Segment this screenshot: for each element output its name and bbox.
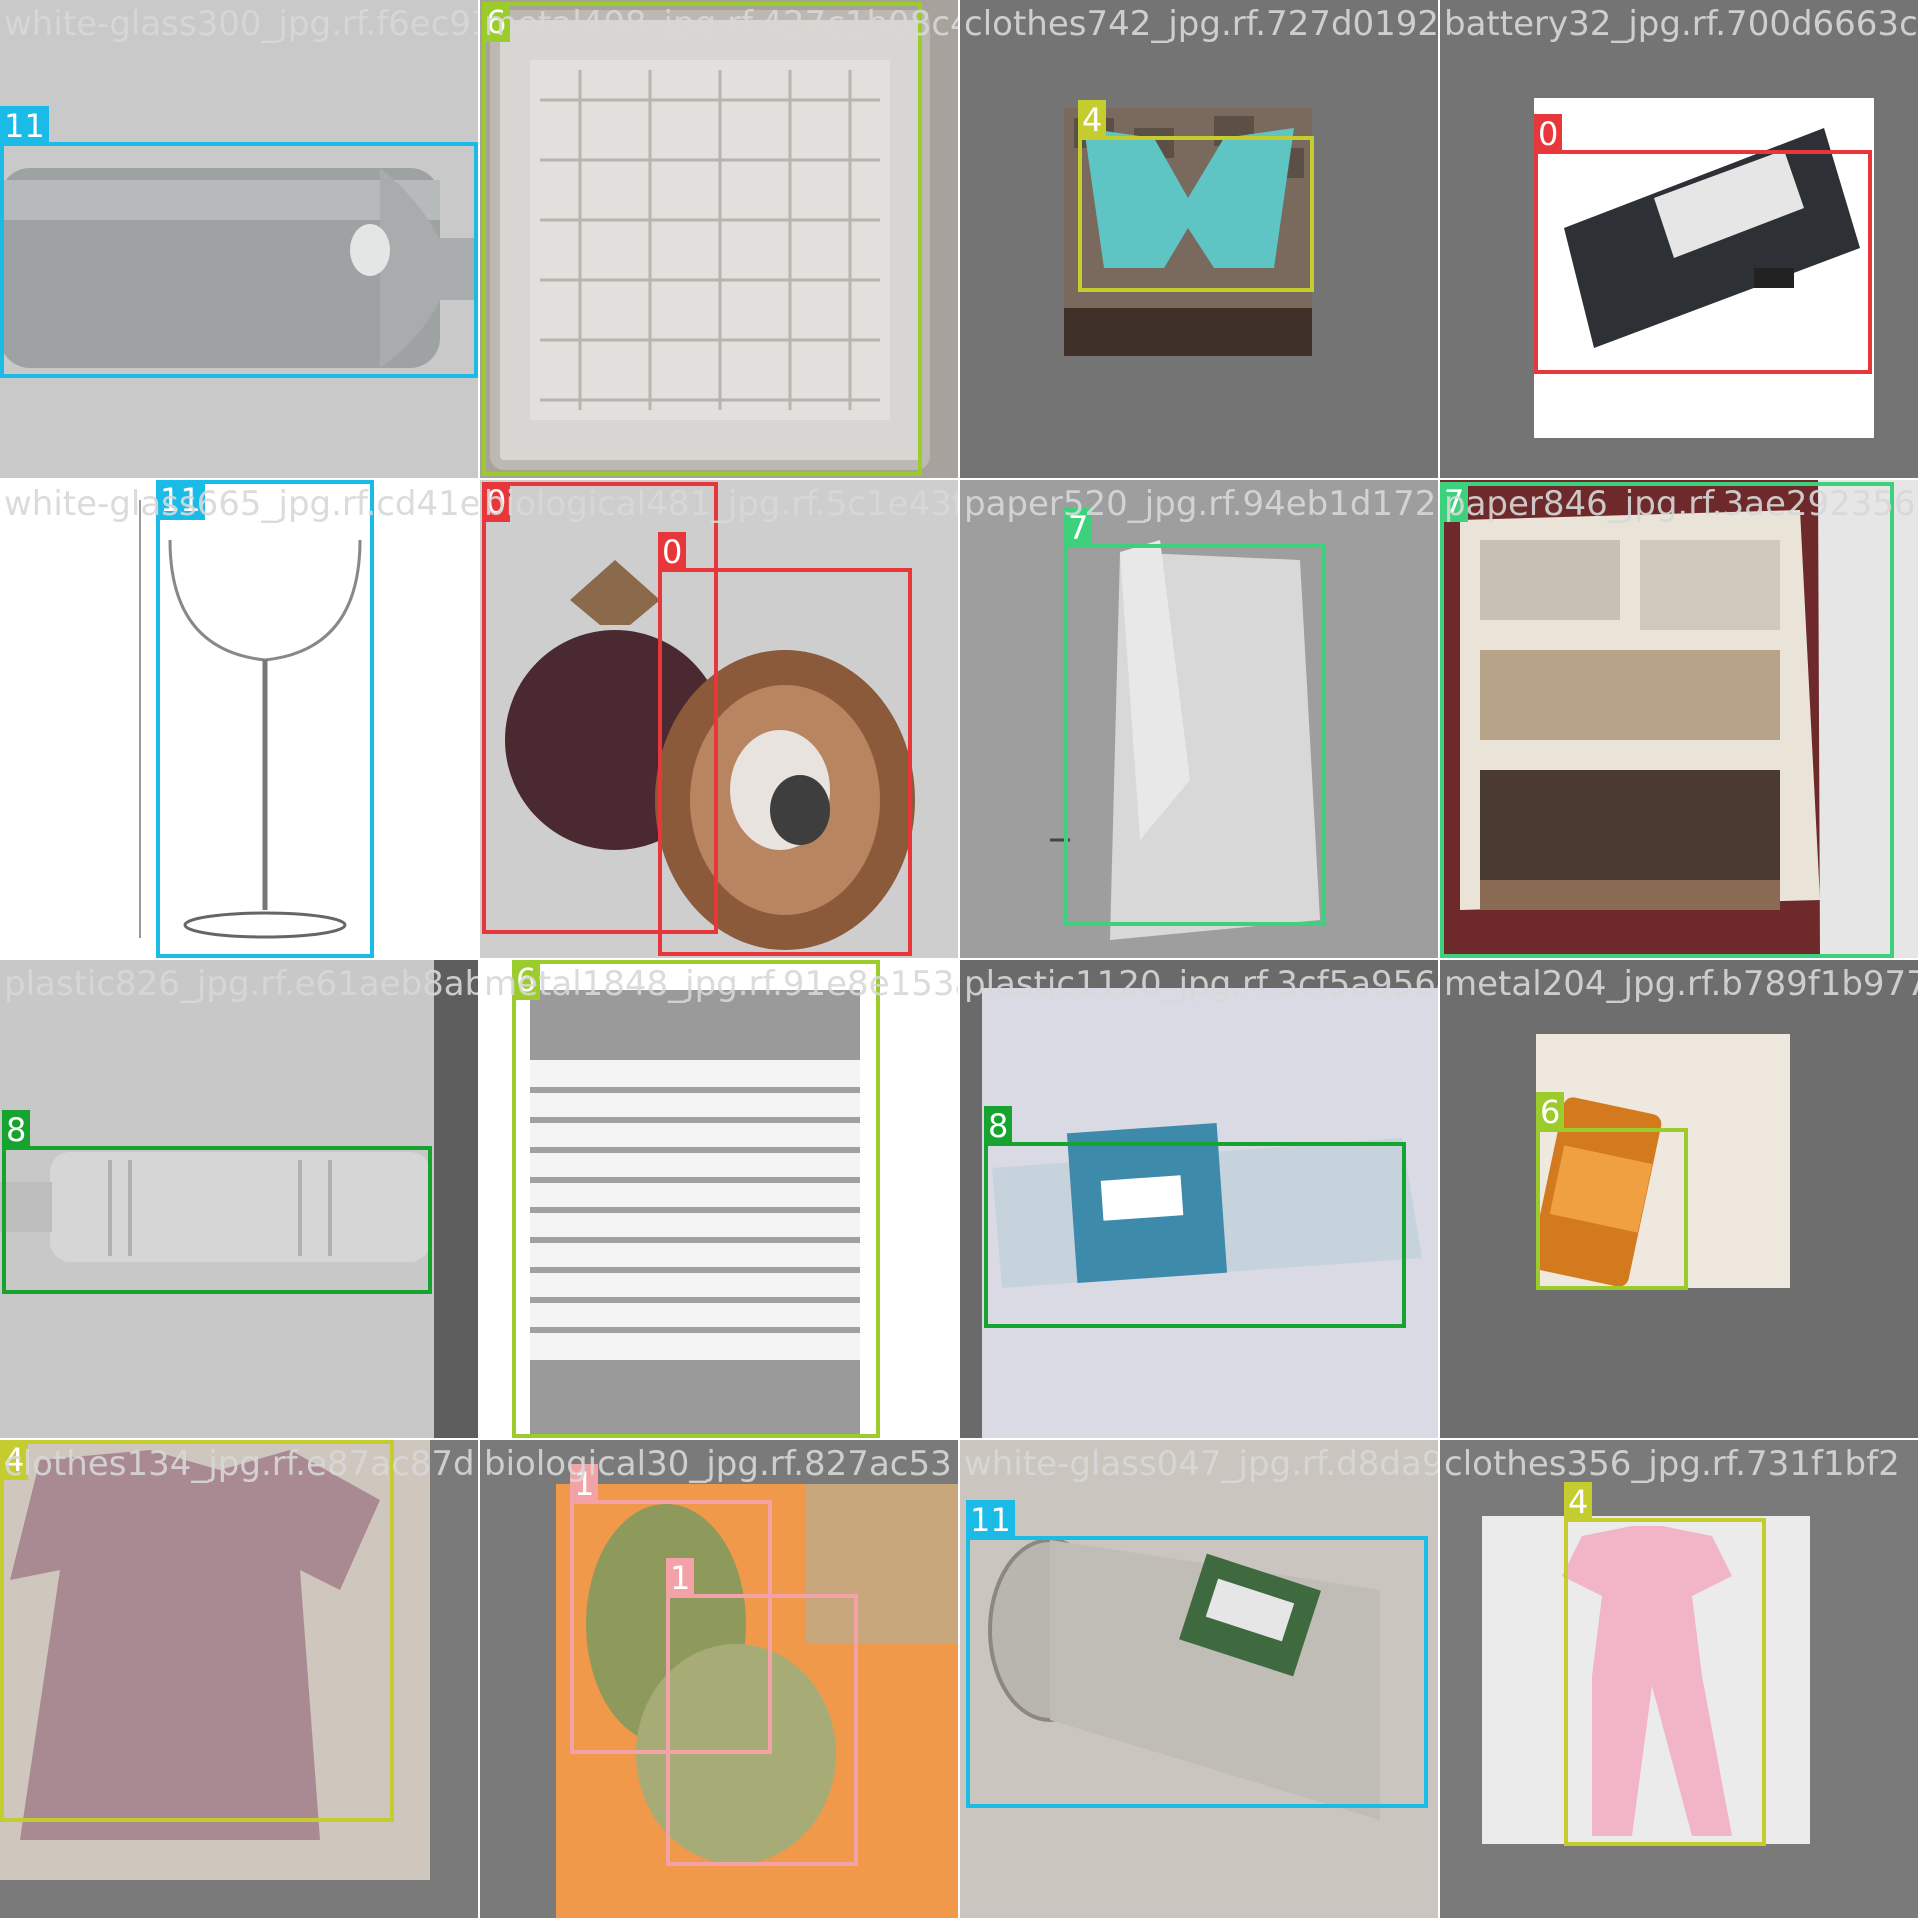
bbox-0-label: 4	[1078, 100, 1107, 140]
bbox-0-label: 4	[0, 1440, 29, 1480]
tile-13: 4 clothes134_jpg.rf.e87ac87d	[0, 1440, 478, 1918]
bbox-0: 6	[512, 960, 880, 1438]
tile-14: 1 1 biological30_jpg.rf.827ac53	[480, 1440, 958, 1918]
bbox-0: 8	[984, 1106, 1406, 1328]
tile-8: 7 paper846_jpg.rf.3ae292356ab	[1440, 480, 1918, 958]
tile-filename: clothes356_jpg.rf.731f1bf2	[1444, 1444, 1900, 1484]
tile-9: 8 plastic826_jpg.rf.e61aeb8ab	[0, 960, 478, 1438]
bbox-0-label: 11	[0, 106, 49, 146]
bbox-0: 4	[1078, 100, 1314, 292]
tile-filename: clothes742_jpg.rf.727d0192a	[964, 4, 1438, 44]
bbox-0: 11	[156, 480, 374, 958]
tile-1: 11 white-glass300_jpg.rf.f6ec93	[0, 0, 478, 478]
tile-16: 4 clothes356_jpg.rf.731f1bf2	[1440, 1440, 1918, 1918]
bbox-0: 4	[1564, 1482, 1766, 1846]
bbox-1-label: 0	[658, 532, 687, 572]
bbox-0: 4	[0, 1440, 394, 1822]
bbox-0-label: 8	[2, 1110, 31, 1150]
tile-7: 7 paper520_jpg.rf.94eb1d172	[960, 480, 1438, 958]
bbox-0-label: 8	[984, 1106, 1013, 1146]
bbox-0-label: 1	[570, 1464, 599, 1504]
tile-6: 0 0 biological481_jpg.rf.5c1e43f	[480, 480, 958, 958]
tile-filename: metal204_jpg.rf.b789f1b977	[1444, 964, 1918, 1004]
bbox-1: 0	[658, 532, 912, 956]
bbox-0: 8	[2, 1110, 432, 1294]
tile-11: 8 plastic1120_jpg.rf.3cf5a95645	[960, 960, 1438, 1438]
bbox-0: 6	[482, 2, 922, 476]
bbox-0: 7	[1440, 482, 1894, 958]
tile-5: 11 white-glass665_jpg.rf.cd41e	[0, 480, 478, 958]
bbox-0-label: 0	[482, 482, 511, 522]
bbox-0-label: 11	[966, 1500, 1015, 1540]
bbox-0-label: 7	[1064, 508, 1093, 548]
bbox-0-label: 6	[512, 960, 541, 1000]
bbox-1: 1	[666, 1558, 858, 1866]
bbox-0-label: 7	[1440, 482, 1469, 522]
bbox-0: 0	[1534, 114, 1872, 374]
bbox-0-label: 11	[156, 480, 205, 520]
bbox-1-label: 1	[666, 1558, 695, 1598]
tile-2: 6 metal408_jpg.rf.427c1b08c4	[480, 0, 958, 478]
tile-15: 11 white-glass047_jpg.rf.d8da9	[960, 1440, 1438, 1918]
tile-3: 4 clothes742_jpg.rf.727d0192a	[960, 0, 1438, 478]
bbox-0: 6	[1536, 1092, 1688, 1290]
bbox-0-label: 0	[1534, 114, 1563, 154]
bbox-0: 11	[966, 1500, 1428, 1808]
tile-12: 6 metal204_jpg.rf.b789f1b977	[1440, 960, 1918, 1438]
tile-filename: biological30_jpg.rf.827ac53	[484, 1444, 952, 1484]
tile-4: 0 battery32_jpg.rf.700d6663c	[1440, 0, 1918, 478]
bbox-0: 7	[1064, 508, 1326, 926]
detection-mosaic: 11 white-glass300_jpg.rf.f6ec93 6 metal4…	[0, 0, 1920, 1920]
bbox-0-label: 6	[482, 2, 511, 42]
bbox-0-label: 6	[1536, 1092, 1565, 1132]
tile-filename: battery32_jpg.rf.700d6663c	[1444, 4, 1918, 44]
bbox-0: 11	[0, 106, 478, 378]
bbox-0-label: 4	[1564, 1482, 1593, 1522]
tile-10: 6 metal1848_jpg.rf.91e8e153a2	[480, 960, 958, 1438]
